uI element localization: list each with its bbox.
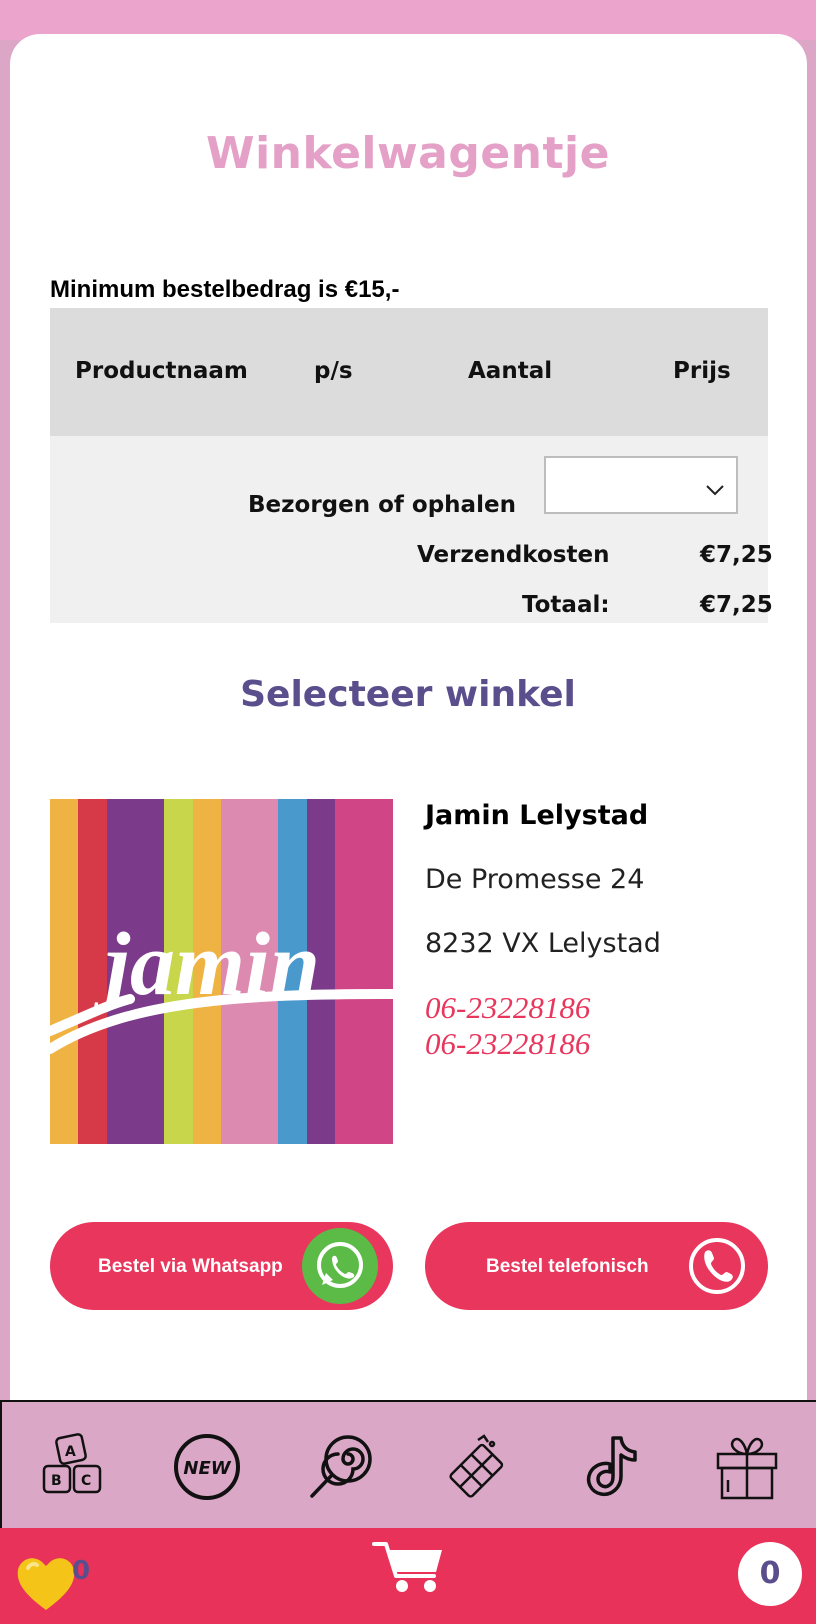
lollipop-icon[interactable] <box>306 1432 376 1502</box>
shipping-value: €7,25 <box>700 542 773 568</box>
svg-text:jamin: jamin <box>93 915 320 1014</box>
whatsapp-icon <box>302 1228 378 1310</box>
delivery-label: Bezorgen of ophalen <box>248 492 516 518</box>
select-store-title: Selecteer winkel <box>240 674 576 715</box>
total-label: Totaal: <box>522 592 610 618</box>
favorites-count: 0 <box>72 1556 91 1586</box>
column-price: Prijs <box>673 358 731 384</box>
abc-blocks-icon[interactable]: A B C <box>38 1432 108 1502</box>
column-price-per-piece: p/s <box>314 358 353 384</box>
svg-text:B: B <box>51 1473 62 1489</box>
delivery-select[interactable] <box>544 456 738 514</box>
store-phone-link[interactable]: 06-23228186 <box>425 990 590 1026</box>
phone-icon <box>687 1236 747 1302</box>
store-street: De Promesse 24 <box>425 864 645 895</box>
category-nav: A B C NEW <box>0 1400 816 1528</box>
cart-table-header: Productnaam p/s Aantal Prijs <box>50 308 768 436</box>
cart-card <box>10 34 807 1404</box>
total-value: €7,25 <box>700 592 773 618</box>
column-quantity: Aantal <box>468 358 553 384</box>
order-phone-label: Bestel telefonisch <box>486 1256 649 1277</box>
cart-table-body: Bezorgen of ophalen Verzendkosten €7,25 … <box>50 436 773 623</box>
cart-count-badge[interactable]: 0 <box>738 1542 802 1606</box>
order-whatsapp-label: Bestel via Whatsapp <box>98 1256 283 1277</box>
favorites-button[interactable]: 0 <box>14 1552 104 1616</box>
new-badge-icon[interactable]: NEW <box>172 1432 242 1502</box>
store-city: 8232 VX Lelystad <box>425 928 661 959</box>
jamin-logo[interactable]: jamin <box>50 799 393 1144</box>
min-order-notice: Minimum bestelbedrag is €15,- <box>50 276 400 303</box>
page-title: Winkelwagentje <box>206 128 610 179</box>
column-product-name: Productnaam <box>75 358 248 384</box>
order-phone-button[interactable]: Bestel telefonisch <box>425 1222 768 1310</box>
new-badge-text: NEW <box>183 1458 231 1479</box>
heart-icon <box>14 1552 78 1619</box>
footer-bar: 0 0 <box>0 1528 816 1624</box>
order-whatsapp-button[interactable]: Bestel via Whatsapp <box>50 1222 393 1310</box>
cart-icon[interactable] <box>372 1540 444 1601</box>
gift-icon[interactable] <box>712 1432 782 1502</box>
chevron-down-icon <box>706 476 724 502</box>
chocolate-icon[interactable] <box>442 1432 512 1502</box>
svg-text:A: A <box>65 1444 76 1460</box>
store-phone-link[interactable]: 06-23228186 <box>425 1026 590 1062</box>
store-name: Jamin Lelystad <box>425 800 649 831</box>
svg-text:C: C <box>81 1473 91 1489</box>
shipping-label: Verzendkosten <box>417 542 610 568</box>
tiktok-icon[interactable] <box>577 1432 647 1502</box>
